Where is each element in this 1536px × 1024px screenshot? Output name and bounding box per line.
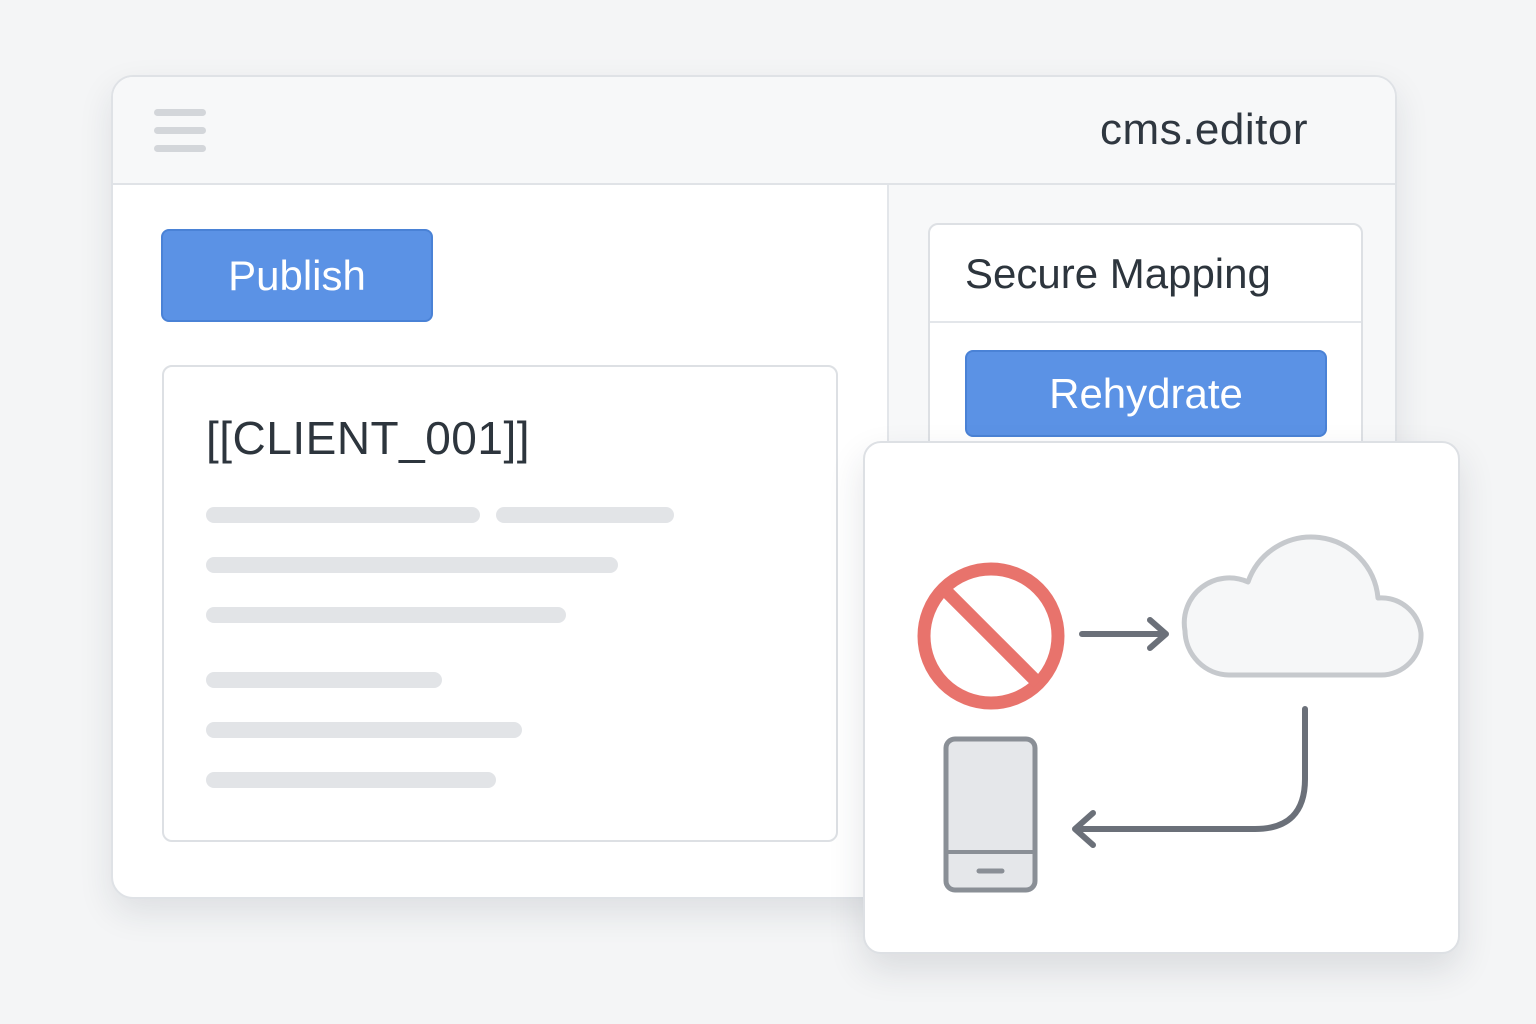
prohibited-icon — [917, 562, 1065, 710]
placeholder-line — [496, 507, 674, 523]
placeholder-line — [206, 507, 480, 523]
client-token-text: [[CLIENT_001]] — [206, 412, 531, 464]
hamburger-menu-icon[interactable] — [154, 108, 208, 152]
arrow-right-icon — [1079, 617, 1169, 651]
rehydrate-button[interactable]: Rehydrate — [965, 350, 1327, 437]
data-flow-diagram-card — [863, 441, 1460, 954]
document-editor[interactable]: [[CLIENT_001]] — [162, 365, 838, 842]
app-title: cms.editor — [1100, 105, 1308, 154]
placeholder-line — [206, 772, 496, 788]
placeholder-line — [206, 672, 442, 688]
panel-header-divider — [930, 321, 1361, 323]
title-bar: cms.editor — [113, 77, 1395, 185]
publish-button[interactable]: Publish — [161, 229, 433, 322]
arrow-return-icon — [1072, 706, 1308, 848]
secure-mapping-title: Secure Mapping — [965, 250, 1271, 297]
data-flow-diagram — [917, 534, 1424, 893]
placeholder-line — [206, 722, 522, 738]
placeholder-line — [206, 607, 566, 623]
cloud-icon — [1181, 534, 1424, 678]
mobile-phone-icon — [943, 736, 1038, 893]
placeholder-line — [206, 557, 618, 573]
